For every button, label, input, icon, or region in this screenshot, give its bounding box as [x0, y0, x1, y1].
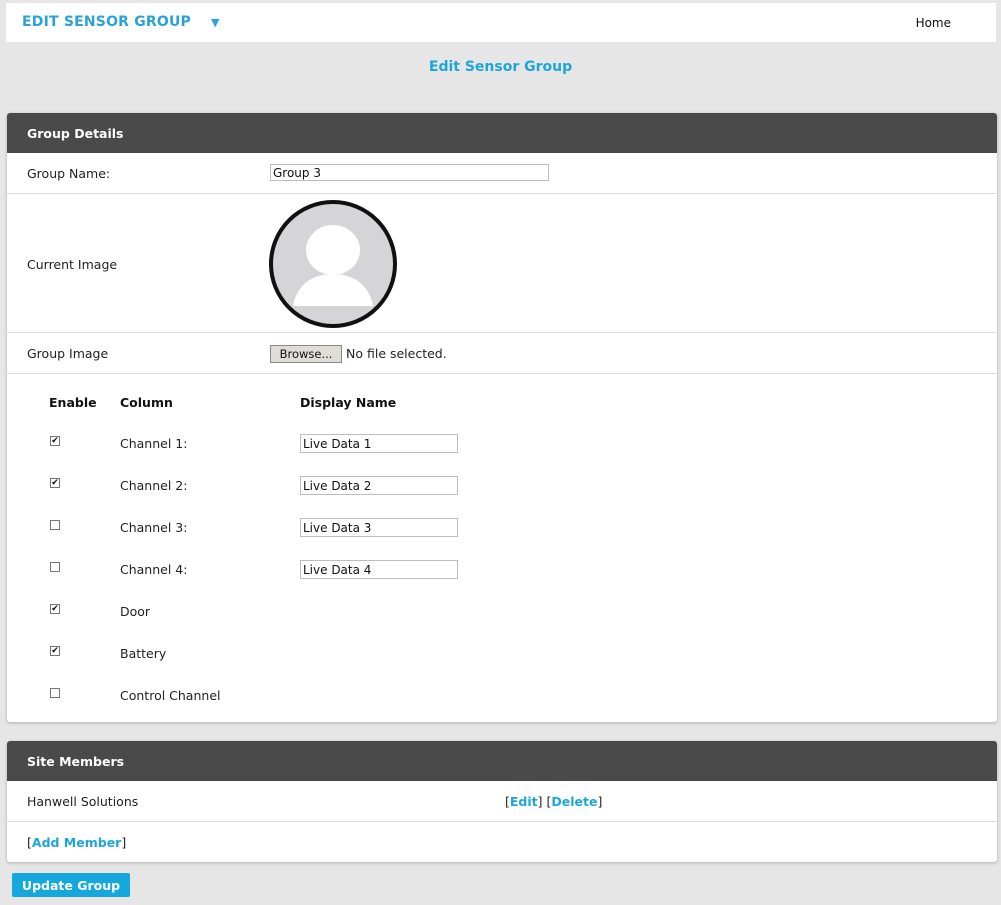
user-silhouette-icon: [293, 225, 373, 306]
channel-1-display-name-input[interactable]: [300, 434, 458, 453]
channel-2-display-name-input[interactable]: [300, 476, 458, 495]
channel-2-label: Channel 2:: [120, 478, 188, 493]
top-bar: EDIT SENSOR GROUP ▼ Home: [6, 3, 996, 42]
member-name: Hanwell Solutions: [27, 794, 139, 809]
avatar-image: [269, 200, 397, 328]
file-status: No file selected.: [346, 346, 447, 361]
battery-checkbox[interactable]: ✔: [50, 646, 60, 656]
channel-1-label: Channel 1:: [120, 436, 188, 451]
current-image-row: Current Image: [7, 194, 997, 333]
channel-3-label: Channel 3:: [120, 520, 188, 535]
door-label: Door: [120, 604, 151, 619]
battery-label: Battery: [120, 646, 167, 661]
member-actions: [Edit] [Delete]: [505, 794, 603, 809]
channels-section: Enable Column Display Name ✔ Channel 1: …: [7, 374, 997, 722]
edit-member-link[interactable]: Edit: [510, 794, 538, 809]
channel-4-checkbox[interactable]: [50, 562, 60, 572]
page-title: Edit Sensor Group: [428, 59, 573, 75]
group-details-panel: Group Details Group Name: Current Image …: [7, 113, 997, 722]
channel-4-label: Channel 4:: [120, 562, 188, 577]
delete-member-link[interactable]: Delete: [551, 794, 597, 809]
member-row: Hanwell Solutions [Edit] [Delete]: [7, 781, 997, 822]
add-member-row: [Add Member]: [7, 822, 997, 862]
group-name-input[interactable]: [270, 164, 549, 181]
group-details-header: Group Details: [7, 113, 997, 153]
home-link[interactable]: Home: [916, 16, 951, 30]
channel-3-checkbox[interactable]: [50, 520, 60, 530]
group-image-row: Group Image Browse... No file selected.: [7, 333, 997, 374]
group-name-row: Group Name:: [7, 153, 997, 194]
current-image-label: Current Image: [27, 257, 118, 272]
channel-2-checkbox[interactable]: ✔: [50, 478, 60, 488]
site-members-header: Site Members: [7, 741, 997, 781]
group-name-label: Group Name:: [27, 166, 111, 181]
display-name-column-header: Display Name: [300, 395, 397, 410]
door-checkbox[interactable]: ✔: [50, 604, 60, 614]
app-title: EDIT SENSOR GROUP: [22, 14, 192, 30]
add-member-link[interactable]: Add Member: [32, 835, 121, 850]
update-group-button[interactable]: Update Group: [12, 873, 130, 897]
control-channel-label: Control Channel: [120, 688, 221, 703]
browse-button[interactable]: Browse...: [270, 345, 342, 363]
channel-1-checkbox[interactable]: ✔: [50, 436, 60, 446]
channel-3-display-name-input[interactable]: [300, 518, 458, 537]
add-member-wrapper: [Add Member]: [27, 835, 127, 850]
control-channel-checkbox[interactable]: [50, 688, 60, 698]
enable-column-header: Enable: [49, 395, 97, 410]
site-members-panel: Site Members Hanwell Solutions [Edit] [D…: [7, 741, 997, 862]
column-column-header: Column: [120, 395, 173, 410]
group-image-label: Group Image: [27, 346, 109, 361]
channel-4-display-name-input[interactable]: [300, 560, 458, 579]
dropdown-arrow-icon[interactable]: ▼: [211, 16, 219, 29]
